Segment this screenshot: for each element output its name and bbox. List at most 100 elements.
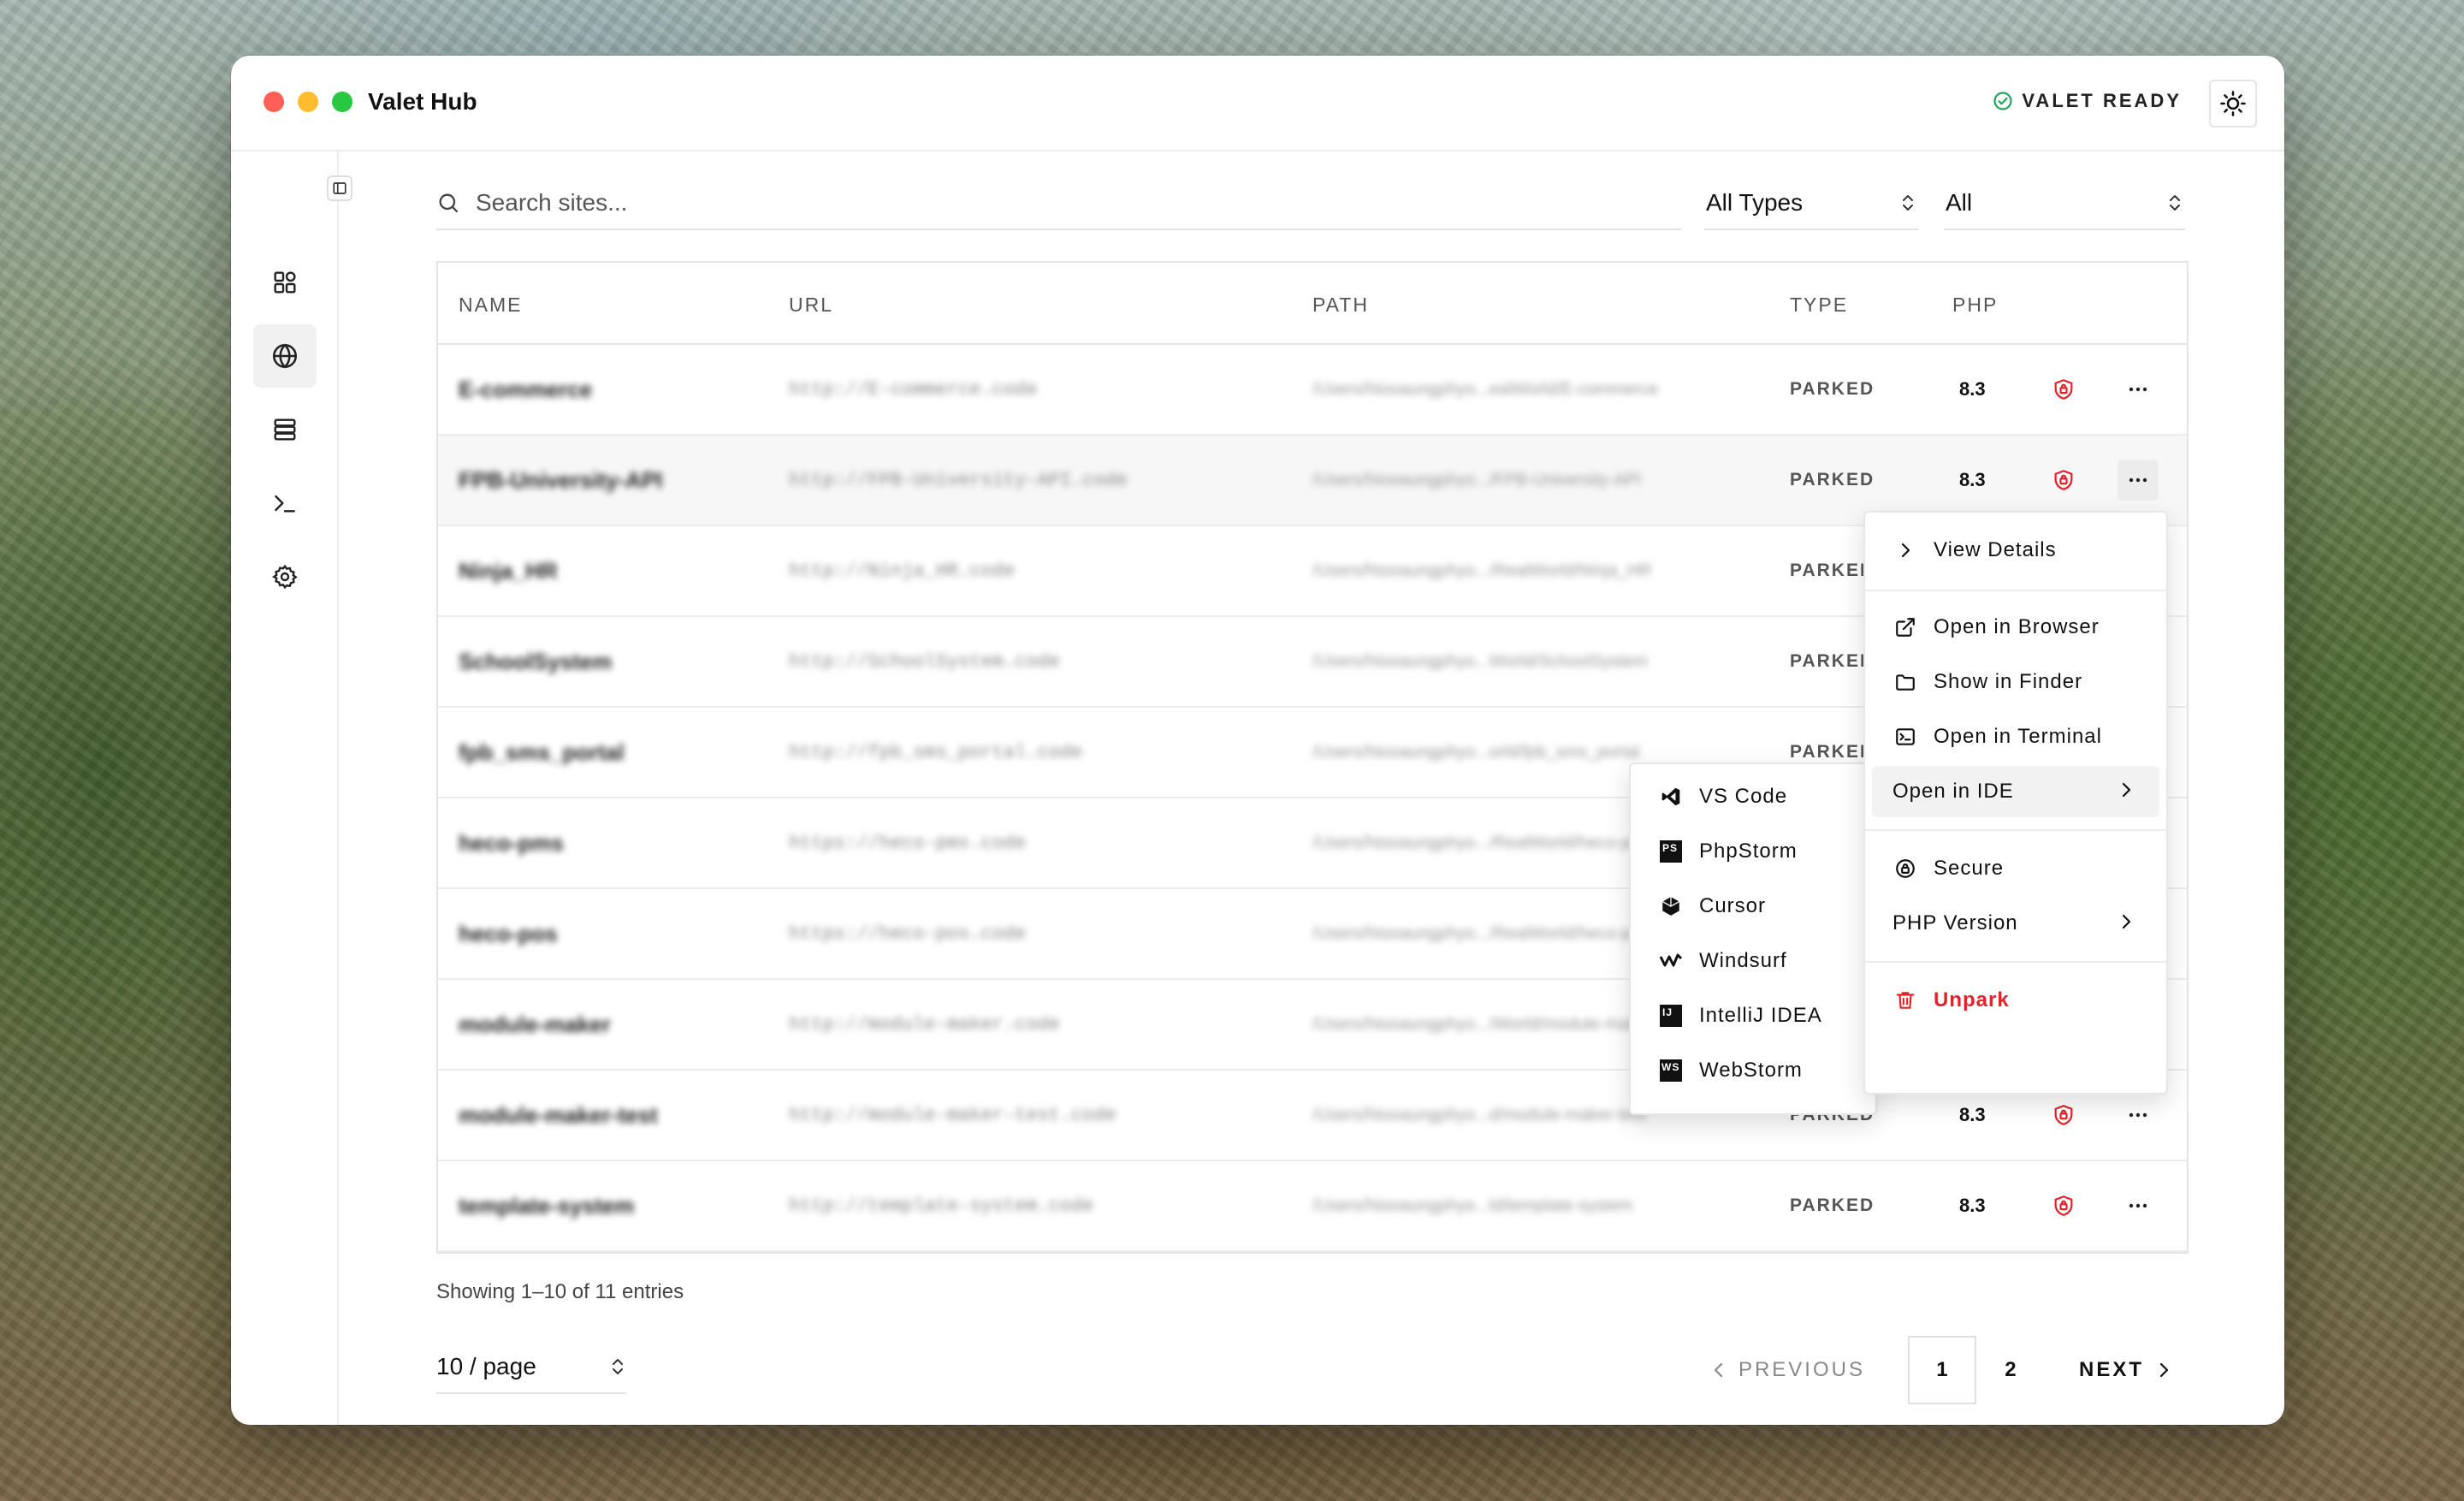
sidebar-item-settings[interactable] [253, 545, 317, 608]
menu-item-view-details[interactable]: View Details [1872, 525, 2159, 576]
ide-item-cursor[interactable]: Cursor [1638, 881, 1869, 932]
site-name: module-maker [459, 1011, 611, 1037]
traffic-lights [264, 92, 352, 112]
site-type: PARKED [1790, 379, 1875, 399]
site-url[interactable]: http://SchoolSystem.code [789, 617, 1060, 706]
type-filter-select[interactable]: All Types [1704, 177, 1918, 230]
search-bar [436, 177, 1681, 230]
row-actions [2117, 1161, 2159, 1250]
secure-toggle[interactable] [2052, 1161, 2076, 1250]
ide-item-vscode[interactable]: VS Code [1638, 771, 1869, 822]
ellipsis-icon [2129, 387, 2147, 392]
sidebar-item-terminal[interactable] [253, 472, 317, 535]
menu-item-label: Unpark [1934, 988, 2010, 1012]
menu-item-show-finder[interactable]: Show in Finder [1872, 656, 2159, 708]
search-icon [439, 193, 459, 213]
menu-item-open-ide[interactable]: Open in IDE [1872, 766, 2159, 817]
site-name: module-maker-test [459, 1101, 658, 1128]
secure-toggle[interactable] [2052, 345, 2076, 434]
column-header-url[interactable]: URL [789, 294, 833, 317]
next-label: NEXT [2078, 1358, 2144, 1381]
site-name: FPB-University-API [459, 466, 663, 493]
more-actions-button[interactable] [2118, 369, 2159, 410]
site-url[interactable]: http://Ninja_HR.code [789, 526, 1015, 615]
table-row[interactable]: template-system http://template-system.co… [438, 1161, 2187, 1252]
ide-item-phpstorm[interactable]: PS PhpStorm [1638, 826, 1869, 877]
sidebar-toggle-icon [333, 182, 346, 194]
previous-label: PREVIOUS [1738, 1358, 1865, 1381]
terminal-icon [1892, 724, 1918, 750]
per-page-value: 10 / page [436, 1353, 536, 1379]
ide-item-webstorm[interactable]: WS WebStorm [1638, 1045, 1869, 1096]
menu-item-php-version[interactable]: PHP Version [1872, 898, 2159, 949]
maximize-window-button[interactable] [332, 92, 352, 112]
sidebar-item-dashboard[interactable] [253, 251, 317, 314]
previous-page-button[interactable]: PREVIOUS [1713, 1358, 1865, 1382]
phpstorm-icon: PS [1658, 839, 1684, 864]
folder-icon [1892, 669, 1918, 695]
site-path: /Users/htooaungphyo.../World/module-make… [1312, 1014, 1653, 1034]
app-title: Valet Hub [368, 88, 477, 115]
ide-submenu: VS Code PS PhpStorm Cursor Windsurf IJ I… [1629, 762, 1877, 1115]
more-actions-button[interactable] [2118, 460, 2159, 501]
site-url[interactable]: http://module-maker-test.code [789, 1071, 1116, 1160]
chevron-right-icon [2122, 914, 2131, 929]
next-page-button[interactable]: NEXT [2079, 1358, 2170, 1382]
ellipsis-icon [2129, 1112, 2147, 1118]
site-path: /Users/htooaungphyo...d/module-maker-tes… [1312, 1105, 1647, 1124]
server-icon [274, 418, 296, 441]
menu-item-open-terminal[interactable]: Open in Terminal [1872, 711, 2159, 762]
lock-circle-icon [1892, 856, 1918, 881]
close-window-button[interactable] [264, 92, 284, 112]
site-url[interactable]: https://heco-pms.code [789, 798, 1026, 887]
site-url[interactable]: http://E-commerce.code [789, 345, 1037, 434]
site-path: /Users/htooaungphyo...orld/fpb_sms_porta… [1312, 742, 1640, 762]
cursor-icon [1658, 893, 1684, 919]
menu-item-secure[interactable]: Secure [1872, 843, 2159, 894]
check-circle-icon [1993, 92, 2012, 110]
menu-item-label: PHP Version [1892, 911, 2018, 934]
menu-item-unpark[interactable]: Unpark [1872, 975, 2159, 1026]
ide-item-label: WebStorm [1699, 1059, 1803, 1082]
site-url[interactable]: http://FPB-University-API.code [789, 436, 1128, 525]
ide-item-label: PhpStorm [1699, 839, 1798, 863]
sidebar-item-sites[interactable] [253, 324, 317, 388]
site-url[interactable]: http://template-system.code [789, 1161, 1093, 1250]
chevron-right-icon [2159, 1362, 2169, 1378]
status-filter-value: All [1946, 189, 1973, 216]
page-2-button[interactable]: 2 [1976, 1336, 2045, 1404]
column-header-name[interactable]: NAME [459, 294, 522, 317]
more-actions-button[interactable] [2118, 1185, 2159, 1226]
webstorm-icon: WS [1658, 1058, 1684, 1083]
dashboard-icon [274, 271, 296, 294]
chevron-up-down-icon [2170, 195, 2180, 211]
sidebar-collapse-button[interactable] [327, 175, 352, 201]
column-header-path[interactable]: PATH [1312, 294, 1369, 317]
site-name: Ninja_HR [459, 557, 558, 584]
menu-item-label: Secure [1934, 857, 2005, 880]
theme-toggle-button[interactable] [2209, 80, 2257, 128]
site-url[interactable]: https://heco-pos.code [789, 889, 1026, 978]
column-header-php[interactable]: PHP [1952, 294, 1998, 317]
site-path: /Users/htooaungphyo...ealWorld/E-commerc… [1312, 379, 1659, 399]
table-row[interactable]: E-commerce http://E-commerce.code/Users/h… [438, 345, 2187, 436]
site-php-version: 8.3 [1959, 378, 1986, 400]
menu-item-open-browser[interactable]: Open in Browser [1872, 602, 2159, 653]
ide-item-windsurf[interactable]: Windsurf [1638, 935, 1869, 987]
sidebar [231, 151, 339, 1425]
sidebar-item-services[interactable] [253, 398, 317, 461]
more-actions-button[interactable] [2118, 1095, 2159, 1136]
minimize-window-button[interactable] [298, 92, 318, 112]
type-filter-value: All Types [1706, 189, 1804, 216]
column-header-type[interactable]: TYPE [1790, 294, 1848, 317]
per-page-select[interactable]: 10 / page [436, 1341, 626, 1394]
site-url[interactable]: http://fpb_sms_portal.code [789, 708, 1082, 797]
status-filter-select[interactable]: All [1944, 177, 2185, 230]
page-1-button[interactable]: 1 [1907, 1336, 1976, 1404]
menu-separator [1865, 590, 2166, 591]
menu-item-label: Show in Finder [1934, 670, 2083, 693]
ide-item-intellij[interactable]: IJ IntelliJ IDEA [1638, 990, 1869, 1041]
search-input[interactable] [476, 189, 1588, 217]
menu-item-label: Open in Browser [1934, 615, 2100, 638]
site-url[interactable]: http://module-maker.code [789, 980, 1060, 1069]
